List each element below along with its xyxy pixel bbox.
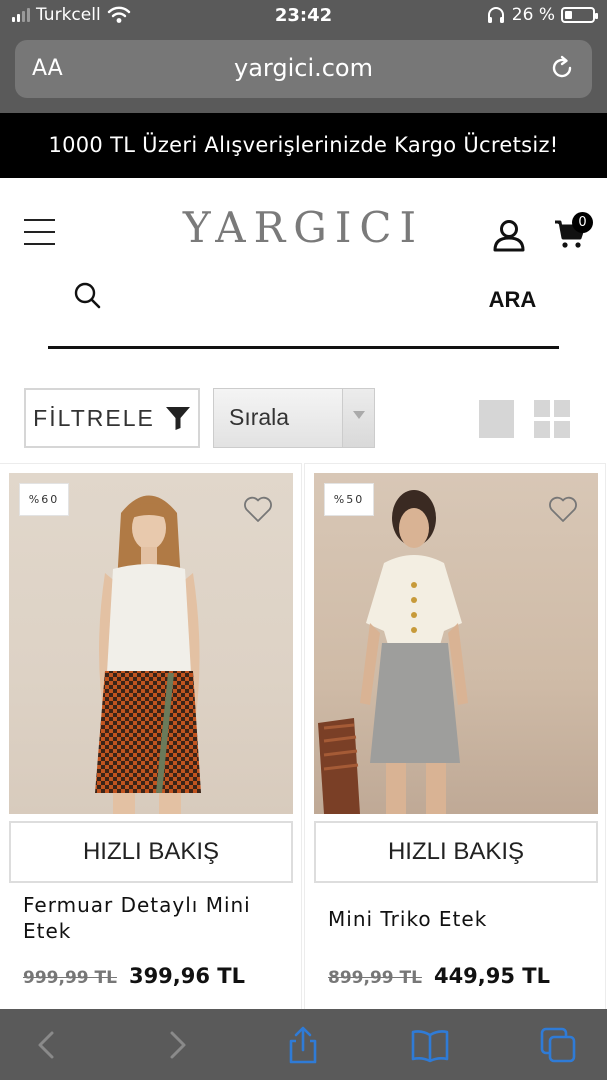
- discount-badge: %60: [19, 483, 69, 516]
- heart-icon[interactable]: [243, 495, 273, 523]
- sale-price: 449,95 TL: [433, 964, 551, 988]
- price-row: 999,99 TL 399,96 TL: [23, 964, 245, 988]
- quick-view-button[interactable]: HIZLI BAKIŞ: [9, 821, 293, 883]
- sale-price: 399,96 TL: [128, 964, 246, 988]
- back-arrow-icon[interactable]: [28, 1025, 68, 1065]
- model-photo-illustration: [318, 490, 468, 814]
- price-row: 899,99 TL 449,95 TL: [328, 964, 550, 988]
- chevron-down-icon: [353, 411, 365, 419]
- filter-button[interactable]: FİLTRELE: [24, 388, 200, 448]
- bookmarks-icon[interactable]: [410, 1025, 450, 1065]
- browser-chrome-top: Turkcell 23:42 26 % AA yargici.com: [0, 0, 607, 113]
- browser-bottom-toolbar: [0, 1009, 607, 1080]
- address-bar[interactable]: AA yargici.com: [15, 40, 592, 98]
- filter-label: FİLTRELE: [33, 404, 155, 431]
- reload-icon[interactable]: [548, 54, 576, 82]
- product-card[interactable]: %60 HIZLI BAKIŞ Fermuar Detaylı Mini Ete…: [0, 463, 302, 1009]
- product-card[interactable]: %50 HIZLI BAKIŞ Mini Triko Etek 899,99 T…: [304, 463, 606, 1009]
- discount-badge: %50: [324, 483, 374, 516]
- filter-funnel-icon: [165, 407, 190, 430]
- sort-dropdown-toggle[interactable]: [342, 389, 374, 447]
- url-text[interactable]: yargici.com: [15, 54, 592, 82]
- old-price: 899,99 TL: [328, 968, 422, 988]
- headphones-icon: [487, 7, 504, 23]
- product-image[interactable]: %50: [314, 473, 598, 814]
- product-image[interactable]: %60: [9, 473, 293, 814]
- sort-select[interactable]: Sırala: [213, 388, 375, 448]
- heart-icon[interactable]: [548, 495, 578, 523]
- product-name[interactable]: Mini Triko Etek: [328, 906, 590, 932]
- tabs-icon[interactable]: [538, 1025, 578, 1065]
- search-underline: [48, 346, 559, 349]
- battery-percent: 26 %: [511, 5, 555, 25]
- sort-label: Sırala: [229, 404, 290, 430]
- model-photo-illustration: [95, 495, 201, 814]
- old-price: 999,99 TL: [23, 968, 117, 988]
- battery-icon: [561, 7, 598, 23]
- share-icon[interactable]: [283, 1025, 323, 1065]
- quick-view-button[interactable]: HIZLI BAKIŞ: [314, 821, 598, 883]
- forward-arrow-icon[interactable]: [156, 1025, 196, 1065]
- status-bar: Turkcell 23:42 26 %: [0, 0, 607, 34]
- search-icon: [74, 282, 101, 309]
- search-button[interactable]: ARA: [470, 280, 555, 320]
- promo-banner[interactable]: 1000 TL Üzeri Alışverişlerinizde Kargo Ü…: [0, 113, 607, 178]
- four-grid-icon[interactable]: [534, 400, 570, 438]
- cart-count-badge: 0: [572, 212, 593, 233]
- user-icon[interactable]: [492, 218, 526, 252]
- status-right: 26 %: [486, 5, 598, 25]
- search-input[interactable]: [110, 276, 470, 320]
- product-name[interactable]: Fermuar Detaylı Mini Etek: [23, 892, 285, 944]
- single-column-grid-icon[interactable]: [479, 400, 514, 438]
